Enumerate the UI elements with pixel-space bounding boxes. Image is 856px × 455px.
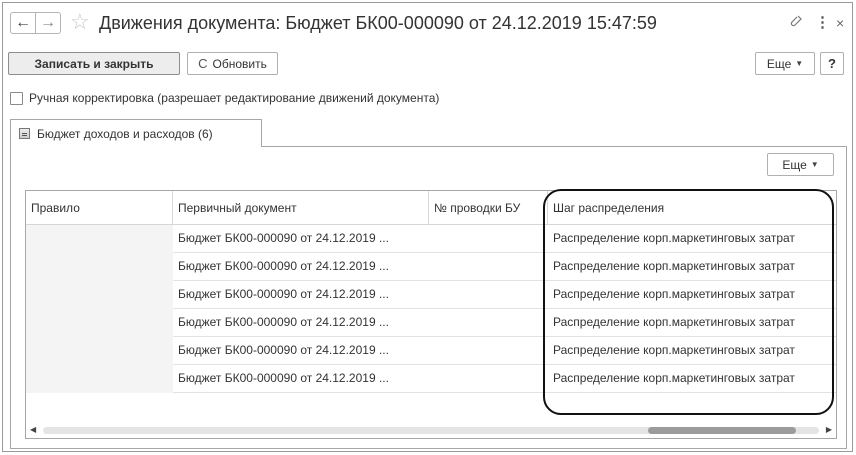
horizontal-scrollbar[interactable]: ◀ ▶ <box>27 423 835 437</box>
column-header-distribution-step[interactable]: Шаг распределения <box>548 191 836 225</box>
cell-rule <box>26 309 173 337</box>
chevron-down-icon: ▼ <box>795 59 804 68</box>
cell-posting-number <box>429 253 548 281</box>
cell-rule <box>26 281 173 309</box>
tab-budget-income-expenses[interactable]: Бюджет доходов и расходов (6) <box>10 119 262 147</box>
star-icon[interactable]: ☆ <box>70 10 90 34</box>
register-icon <box>19 128 30 139</box>
cell-distribution-step: Распределение корп.маркетинговых затрат <box>553 259 795 273</box>
close-icon[interactable]: × <box>836 14 844 32</box>
cell-primary-document: Бюджет БК00-000090 от 24.12.2019 ... <box>178 287 389 301</box>
column-header-rule[interactable]: Правило <box>26 191 173 225</box>
cell-rule <box>26 225 173 253</box>
back-arrow-icon[interactable]: ← <box>10 12 36 34</box>
table-row[interactable]: Бюджет БК00-000090 от 24.12.2019 ... Рас… <box>26 281 836 309</box>
table-row[interactable]: Бюджет БК00-000090 от 24.12.2019 ... Рас… <box>26 253 836 281</box>
movements-table[interactable]: Правило Первичный документ № проводки БУ… <box>25 190 837 439</box>
manual-edit-checkbox[interactable] <box>10 91 23 105</box>
table-header: Правило Первичный документ № проводки БУ… <box>26 191 836 225</box>
table-row[interactable]: Бюджет БК00-000090 от 24.12.2019 ... Рас… <box>26 309 836 337</box>
cell-primary-document: Бюджет БК00-000090 от 24.12.2019 ... <box>178 231 389 245</box>
manual-edit-row: Ручная корректировка (разрешает редактир… <box>10 91 439 105</box>
more-menu-button[interactable]: Еще ▼ <box>755 52 815 75</box>
chevron-down-icon: ▼ <box>810 160 819 169</box>
cell-rule <box>26 365 173 393</box>
cell-primary-document: Бюджет БК00-000090 от 24.12.2019 ... <box>178 343 389 357</box>
cell-posting-number <box>429 365 548 393</box>
cell-posting-number <box>429 225 548 253</box>
scroll-left-icon[interactable]: ◀ <box>30 425 36 434</box>
column-header-primary-document[interactable]: Первичный документ <box>173 191 429 225</box>
cell-posting-number <box>429 281 548 309</box>
save-and-close-button[interactable]: Записать и закрыть <box>8 52 180 75</box>
manual-edit-label[interactable]: Ручная корректировка (разрешает редактир… <box>29 91 439 105</box>
cell-distribution-step: Распределение корп.маркетинговых затрат <box>553 343 795 357</box>
table-more-label: Еще <box>782 157 807 172</box>
cell-primary-document: Бюджет БК00-000090 от 24.12.2019 ... <box>178 315 389 329</box>
scroll-right-icon[interactable]: ▶ <box>826 425 832 434</box>
table-row[interactable]: Бюджет БК00-000090 от 24.12.2019 ... Рас… <box>26 225 836 253</box>
link-icon[interactable] <box>789 14 803 35</box>
cell-rule <box>26 337 173 365</box>
cell-distribution-step: Распределение корп.маркетинговых затрат <box>553 287 795 301</box>
forward-arrow-icon[interactable]: → <box>35 12 61 34</box>
title-bar: ← → ☆ Движения документа: Бюджет БК00-00… <box>3 3 852 43</box>
cell-distribution-step: Распределение корп.маркетинговых затрат <box>553 231 795 245</box>
more-menu-label: Еще <box>766 56 792 71</box>
table-row[interactable]: Бюджет БК00-000090 от 24.12.2019 ... Рас… <box>26 337 836 365</box>
document-movements-window: ← → ☆ Движения документа: Бюджет БК00-00… <box>2 2 853 452</box>
tab-label: Бюджет доходов и расходов (6) <box>37 126 213 141</box>
window-title: Движения документа: Бюджет БК00-000090 о… <box>99 13 657 33</box>
refresh-label: Обновить <box>212 56 267 71</box>
more-vertical-icon[interactable]: ⋮ <box>815 14 830 32</box>
table-row[interactable]: Бюджет БК00-000090 от 24.12.2019 ... Рас… <box>26 365 836 393</box>
scrollbar-thumb[interactable] <box>648 427 796 434</box>
help-button[interactable]: ? <box>820 52 844 75</box>
cell-rule <box>26 253 173 281</box>
cell-distribution-step: Распределение корп.маркетинговых затрат <box>553 315 795 329</box>
cell-distribution-step: Распределение корп.маркетинговых затрат <box>553 371 795 385</box>
refresh-icon: C <box>198 56 208 71</box>
cell-posting-number <box>429 337 548 365</box>
column-header-posting-number[interactable]: № проводки БУ <box>429 191 548 225</box>
cell-primary-document: Бюджет БК00-000090 от 24.12.2019 ... <box>178 371 389 385</box>
cell-posting-number <box>429 309 548 337</box>
cell-primary-document: Бюджет БК00-000090 от 24.12.2019 ... <box>178 259 389 273</box>
table-more-button[interactable]: Еще ▼ <box>767 153 834 176</box>
refresh-button[interactable]: C Обновить <box>187 52 278 75</box>
scrollbar-track[interactable] <box>43 427 819 434</box>
